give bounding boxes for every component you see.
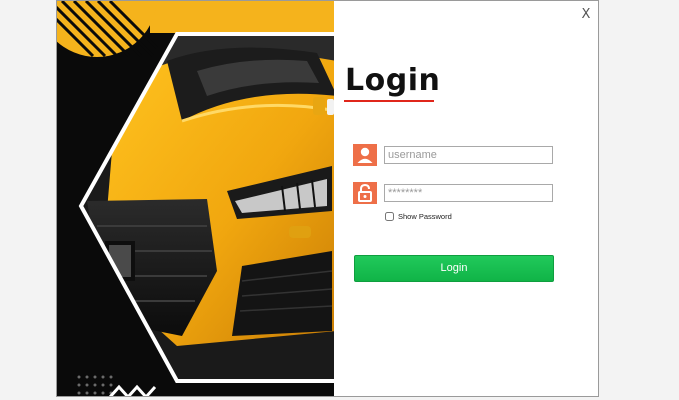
lock-icon <box>353 182 377 204</box>
show-password-label: Show Password <box>398 212 452 221</box>
username-input[interactable] <box>384 146 553 164</box>
login-form-panel: X Login Show Password Login <box>334 1 598 396</box>
password-input[interactable] <box>384 184 553 202</box>
login-window: X Login Show Password Login <box>56 0 599 397</box>
close-button[interactable]: X <box>578 7 594 23</box>
page-title: Login <box>345 63 441 98</box>
show-password-checkbox[interactable] <box>385 212 394 221</box>
user-icon <box>353 144 377 166</box>
hero-image-car <box>57 1 334 396</box>
title-underline <box>344 100 434 102</box>
show-password-option[interactable]: Show Password <box>385 212 452 221</box>
login-button[interactable]: Login <box>354 255 554 282</box>
